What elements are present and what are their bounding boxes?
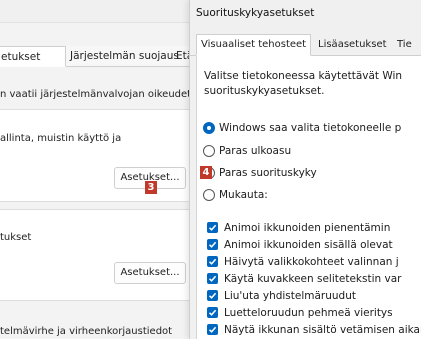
radio-label: Paras ulkoasu <box>219 145 292 157</box>
tab-data-execution[interactable]: Tie <box>393 35 416 55</box>
description-line-2: suorituskykyasetukset. <box>204 85 325 97</box>
dialog-title: Suorituskykyasetukset <box>196 7 315 19</box>
checkbox-checked-icon <box>207 239 218 250</box>
system-tabs: etukset Järjestelmän suojaus Etäkä <box>0 46 206 67</box>
radio-selected-icon <box>203 122 215 134</box>
performance-options-dialog: Suorituskykyasetukset Visuaaliset tehost… <box>189 0 421 339</box>
user-profiles-group: tukset Asetukset... <box>0 209 191 301</box>
radio-label: Paras suorituskyky <box>219 167 317 179</box>
checkbox-label: Näytä ikkunan sisältö vetämisen aikana <box>224 324 421 336</box>
admin-note: n vaatii järjestelmänvalvojan oikeudet. <box>0 89 195 100</box>
tab-visual-effects[interactable]: Visuaaliset tehosteet <box>196 34 312 56</box>
user-profiles-text: tukset <box>0 232 32 243</box>
checkbox-label: Käytä kuvakkeen selitetekstin var <box>224 273 402 285</box>
checkbox-checked-icon <box>207 290 218 301</box>
radio-empty-icon <box>203 189 215 201</box>
checkbox-label: Liu'uta yhdistelmäruudut <box>224 290 356 302</box>
tab-advanced[interactable]: etukset <box>0 46 66 67</box>
checkbox-checked-icon <box>207 307 218 318</box>
description-line-1: Valitse tietokoneessa käytettävät Win <box>204 70 403 82</box>
user-profiles-settings-button[interactable]: Asetukset... <box>114 262 186 284</box>
checkbox-label: Animoi ikkunoiden pienentämin <box>224 222 391 234</box>
tab-advanced-settings[interactable]: Lisäasetukset <box>314 35 391 55</box>
checkbox-checked-icon <box>207 324 218 335</box>
system-properties-window: etukset Järjestelmän suojaus Etäkä n vaa… <box>0 0 206 339</box>
step-badge-4: 4 <box>200 166 212 179</box>
startup-recovery-text: telmävirhe ja virheenkorjaustiedot <box>0 326 173 337</box>
step-badge-3: 3 <box>145 181 157 194</box>
tab-system-protection[interactable]: Järjestelmän suojaus <box>70 46 179 65</box>
radio-label: Windows saa valita tietokoneelle p <box>219 122 402 134</box>
radio-label: Mukauta: <box>219 189 268 201</box>
visual-effects-panel: Valitse tietokoneessa käytettävät Win su… <box>196 56 421 339</box>
performance-group: allinta, muistin käyttö ja Asetukset... <box>0 109 191 202</box>
radio-empty-icon <box>203 145 215 157</box>
title-bar <box>0 0 195 23</box>
checkbox-checked-icon <box>207 222 218 233</box>
checkbox-checked-icon <box>207 273 218 284</box>
performance-text: allinta, muistin käyttö ja <box>0 133 122 144</box>
checkbox-checked-icon <box>207 256 218 267</box>
dialog-tabs: Visuaaliset tehosteet Lisäasetukset Tie <box>190 33 421 56</box>
checkbox-label: Animoi ikkunoiden sisällä olevat <box>224 239 393 251</box>
checkbox-label: Häivytä valikkokohteet valinnan j <box>224 256 399 268</box>
checkbox-label: Luetteloruudun pehmeä vieritys <box>224 307 393 319</box>
